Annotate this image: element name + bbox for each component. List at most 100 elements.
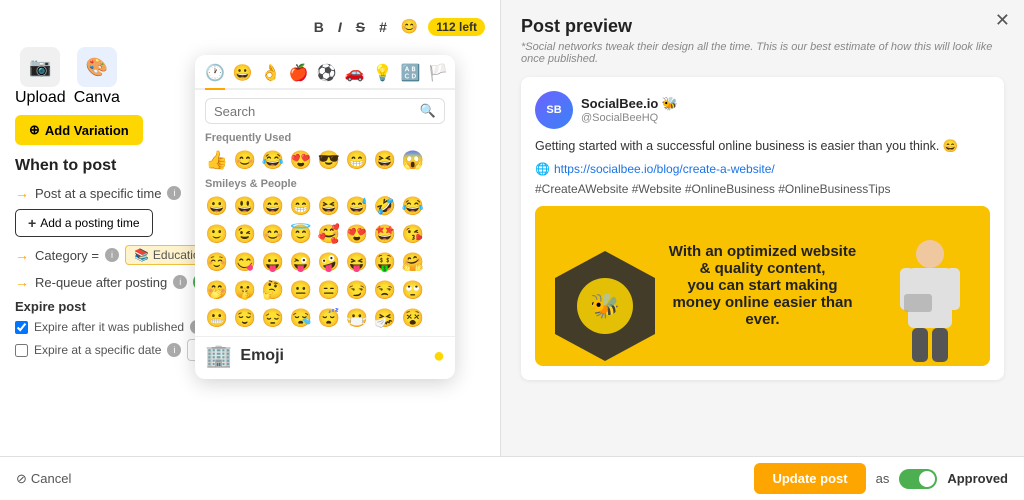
- emoji-cell[interactable]: 😷: [343, 304, 371, 332]
- smileys-people-title: Smileys & People: [195, 174, 455, 192]
- post-link[interactable]: https://socialbee.io/blog/create-a-websi…: [535, 162, 990, 176]
- emoji-cell[interactable]: 🤧: [371, 304, 399, 332]
- svg-text:🐝: 🐝: [590, 293, 620, 320]
- cancel-icon: ⊘: [16, 471, 27, 487]
- emoji-cell[interactable]: 😊: [259, 220, 287, 248]
- emoji-cell[interactable]: 😆: [371, 146, 399, 174]
- add-posting-time-button[interactable]: + Add a posting time: [15, 209, 153, 237]
- emoji-cell[interactable]: 😛: [259, 248, 287, 276]
- requeue-info-icon[interactable]: i: [173, 275, 187, 289]
- category-icon: 📚: [134, 248, 149, 262]
- emoji-cell[interactable]: 😝: [343, 248, 371, 276]
- emoji-cell[interactable]: 🙄: [399, 276, 427, 304]
- emoji-tab-smileys[interactable]: 😀: [233, 63, 253, 88]
- emoji-cell[interactable]: 😁: [343, 146, 371, 174]
- emoji-cell[interactable]: 🤑: [371, 248, 399, 276]
- post-image-text: With an optimized website & quality cont…: [633, 243, 893, 328]
- emoji-tab-clock[interactable]: 🕐: [205, 63, 225, 90]
- add-variation-button[interactable]: ⊕ Add Variation: [15, 115, 143, 145]
- emoji-cell[interactable]: 😬: [203, 304, 231, 332]
- emoji-cell[interactable]: 😐: [287, 276, 315, 304]
- emoji-cell[interactable]: 😋: [231, 248, 259, 276]
- emoji-cell[interactable]: 😊: [231, 146, 259, 174]
- hashtag-button[interactable]: #: [375, 17, 391, 37]
- strikethrough-button[interactable]: S: [352, 17, 369, 37]
- emoji-tab-gestures[interactable]: 👌: [261, 63, 281, 88]
- emoji-cell[interactable]: ☺️: [203, 248, 231, 276]
- emoji-cell[interactable]: 😇: [287, 220, 315, 248]
- bold-button[interactable]: B: [310, 17, 328, 37]
- expire-published-checkbox[interactable]: [15, 321, 28, 334]
- requeue-arrow-icon: →: [15, 274, 29, 290]
- expire-date-label: Expire at a specific date: [34, 343, 161, 357]
- emoji-cell[interactable]: 👍: [203, 146, 231, 174]
- emoji-cell[interactable]: 😄: [259, 192, 287, 220]
- emoji-cell[interactable]: 😉: [231, 220, 259, 248]
- cancel-button[interactable]: ⊘ Cancel: [16, 471, 71, 487]
- post-author: SocialBee.io 🐝 @SocialBeeHQ: [581, 96, 678, 124]
- emoji-cell[interactable]: 🤪: [315, 248, 343, 276]
- emoji-search-input[interactable]: [214, 104, 416, 119]
- emoji-cell[interactable]: 🥰: [315, 220, 343, 248]
- emoji-cell[interactable]: 😎: [315, 146, 343, 174]
- emoji-cell[interactable]: 😵: [399, 304, 427, 332]
- emoji-cell[interactable]: 😪: [287, 304, 315, 332]
- italic-button[interactable]: I: [334, 17, 346, 37]
- emoji-tab-objects[interactable]: 💡: [373, 63, 393, 88]
- expire-date-info-icon[interactable]: i: [167, 343, 181, 357]
- emoji-cell[interactable]: 😂: [399, 192, 427, 220]
- emoji-cell[interactable]: 😘: [399, 220, 427, 248]
- person-graphic: [890, 236, 970, 366]
- emoji-cell[interactable]: 🤩: [371, 220, 399, 248]
- emoji-cell[interactable]: 😑: [315, 276, 343, 304]
- emoji-cell[interactable]: 🤣: [371, 192, 399, 220]
- emoji-tab-flags[interactable]: 🏳️: [428, 63, 448, 88]
- canva-icon-box[interactable]: 🎨 Canva: [74, 47, 120, 107]
- emoji-tab-sports[interactable]: ⚽: [317, 63, 337, 88]
- expire-date-checkbox[interactable]: [15, 344, 28, 357]
- category-info-icon[interactable]: i: [105, 248, 119, 262]
- emoji-cell[interactable]: 😆: [315, 192, 343, 220]
- close-button[interactable]: ✕: [995, 10, 1010, 31]
- emoji-tab-symbols[interactable]: 🔠: [400, 63, 420, 88]
- emoji-cell[interactable]: 😏: [343, 276, 371, 304]
- emoji-button[interactable]: 😊: [397, 16, 422, 37]
- emoji-cell[interactable]: 😍: [343, 220, 371, 248]
- approved-toggle[interactable]: [899, 469, 937, 489]
- frequently-used-grid: 👍 😊 😂 😍 😎 😁 😆 😱: [195, 146, 455, 174]
- emoji-tab-food[interactable]: 🍎: [289, 63, 309, 88]
- frequently-used-title: Frequently Used: [195, 128, 455, 146]
- emoji-cell[interactable]: 😅: [343, 192, 371, 220]
- emoji-cell[interactable]: 😃: [231, 192, 259, 220]
- emoji-cell[interactable]: 😌: [231, 304, 259, 332]
- emoji-cell[interactable]: 😱: [399, 146, 427, 174]
- emoji-cell[interactable]: 🤫: [231, 276, 259, 304]
- emoji-cell[interactable]: 🤗: [399, 248, 427, 276]
- emoji-cell[interactable]: 🤔: [259, 276, 287, 304]
- emoji-cell[interactable]: 🤭: [203, 276, 231, 304]
- emoji-cell[interactable]: 😜: [287, 248, 315, 276]
- emoji-cell[interactable]: 😍: [287, 146, 315, 174]
- upload-icon-box[interactable]: 📷 Upload: [15, 47, 66, 107]
- bottom-bar: ⊘ Cancel Update post as Approved: [0, 456, 1024, 500]
- emoji-picker-tabs: 🕐 😀 👌 🍎 ⚽ 🚗 💡 🔠 🏳️: [195, 55, 455, 90]
- post-header: SB SocialBee.io 🐝 @SocialBeeHQ: [535, 91, 990, 129]
- char-count: 112 left: [428, 18, 485, 36]
- upload-icon: 📷: [20, 47, 60, 87]
- emoji-tab-travel[interactable]: 🚗: [345, 63, 365, 88]
- emoji-footer-building-icon: 🏢: [205, 343, 232, 369]
- emoji-cell[interactable]: 😔: [259, 304, 287, 332]
- emoji-cell[interactable]: 😂: [259, 146, 287, 174]
- update-post-button[interactable]: Update post: [754, 463, 865, 494]
- emoji-cell[interactable]: 😁: [287, 192, 315, 220]
- cancel-label: Cancel: [31, 471, 71, 486]
- post-time-info-icon[interactable]: i: [167, 186, 181, 200]
- emoji-cell[interactable]: 🙂: [203, 220, 231, 248]
- category-arrow-icon: →: [15, 247, 29, 263]
- emoji-cell[interactable]: 😴: [315, 304, 343, 332]
- emoji-picker: 🕐 😀 👌 🍎 ⚽ 🚗 💡 🔠 🏳️ 🔍 Frequently Used 👍 😊…: [195, 55, 455, 379]
- emoji-search-box[interactable]: 🔍: [205, 98, 445, 124]
- author-name: SocialBee.io 🐝: [581, 96, 678, 112]
- emoji-cell[interactable]: 😀: [203, 192, 231, 220]
- emoji-cell[interactable]: 😒: [371, 276, 399, 304]
